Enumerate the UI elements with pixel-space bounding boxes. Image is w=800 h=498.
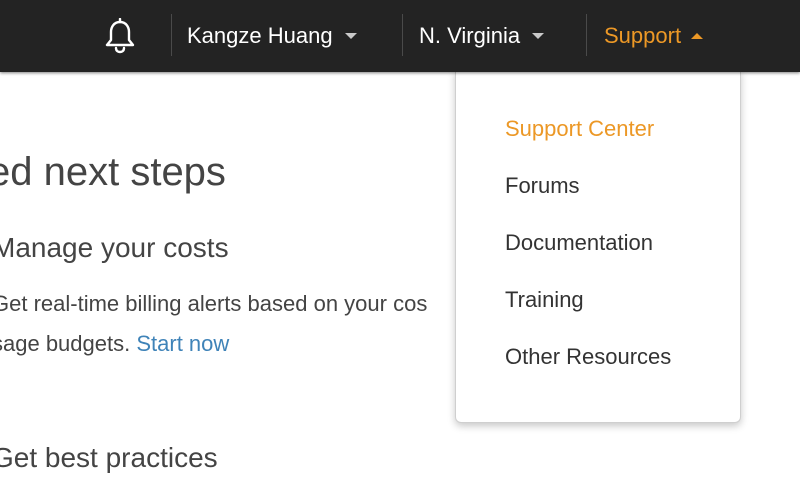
chevron-up-icon xyxy=(691,33,704,39)
region-name: N. Virginia xyxy=(419,23,521,48)
region-menu[interactable]: N. Virginia xyxy=(419,0,545,72)
menu-item-support-center[interactable]: Support Center xyxy=(505,116,654,142)
menu-item-other-resources[interactable]: Other Resources xyxy=(505,344,671,370)
start-now-link[interactable]: Start now xyxy=(136,331,229,356)
section-title-best-practices: Get best practices xyxy=(0,442,218,473)
support-label: Support xyxy=(604,23,682,48)
nav-divider xyxy=(402,14,403,56)
nav-divider xyxy=(171,14,172,56)
top-navigation-bar: Kangze Huang N. Virginia Support xyxy=(0,0,800,72)
chevron-down-icon xyxy=(532,33,545,39)
menu-item-training[interactable]: Training xyxy=(505,287,584,313)
description-text: sage budgets. xyxy=(0,331,131,356)
section-description: Get real-time billing alerts based on yo… xyxy=(0,284,427,364)
support-menu-toggle[interactable]: Support xyxy=(604,0,704,72)
bell-icon xyxy=(105,18,135,54)
account-name: Kangze Huang xyxy=(187,23,333,48)
page-heading: ed next steps xyxy=(0,150,226,194)
chevron-down-icon xyxy=(344,33,357,39)
menu-item-forums[interactable]: Forums xyxy=(505,173,580,199)
nav-divider xyxy=(586,14,587,56)
account-menu[interactable]: Kangze Huang xyxy=(187,0,357,72)
section-title-manage-costs: Manage your costs xyxy=(0,232,229,263)
notifications-button[interactable] xyxy=(104,0,136,72)
menu-item-documentation[interactable]: Documentation xyxy=(505,230,653,256)
support-dropdown-menu: Support Center Forums Documentation Trai… xyxy=(455,70,741,423)
description-line: Get real-time billing alerts based on yo… xyxy=(0,291,428,316)
description-line-with-link: sage budgets. Start now xyxy=(0,324,427,364)
